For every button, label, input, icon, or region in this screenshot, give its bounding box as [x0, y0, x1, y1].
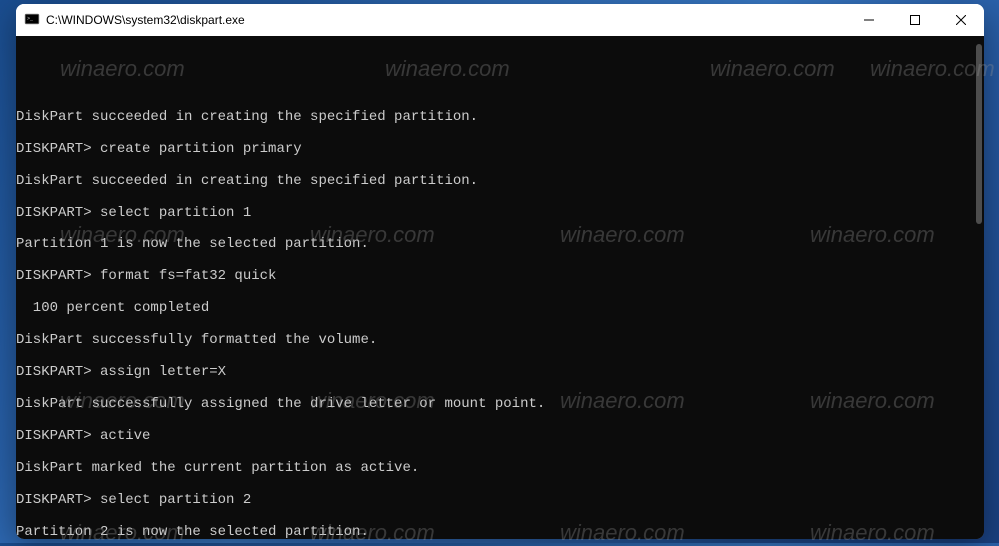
- terminal-line: DISKPART> format fs=fat32 quick: [16, 261, 984, 293]
- terminal-line: DiskPart successfully formatted the volu…: [16, 325, 984, 357]
- app-icon: >_: [24, 12, 40, 28]
- minimize-button[interactable]: [846, 4, 892, 36]
- svg-text:>_: >_: [27, 16, 34, 22]
- terminal-line: DiskPart marked the current partition as…: [16, 453, 984, 485]
- window-controls: [846, 4, 984, 36]
- terminal-line: DiskPart succeeded in creating the speci…: [16, 102, 984, 134]
- terminal-line: Partition 2 is now the selected partitio…: [16, 517, 984, 539]
- terminal-line: DISKPART> assign letter=X: [16, 357, 984, 389]
- maximize-button[interactable]: [892, 4, 938, 36]
- titlebar[interactable]: >_ C:\WINDOWS\system32\diskpart.exe: [16, 4, 984, 36]
- window-title: C:\WINDOWS\system32\diskpart.exe: [46, 13, 846, 27]
- diskpart-window: >_ C:\WINDOWS\system32\diskpart.exe Disk…: [16, 4, 984, 539]
- terminal-line: DISKPART> active: [16, 421, 984, 453]
- terminal-line: DiskPart succeeded in creating the speci…: [16, 166, 984, 198]
- terminal-line: DiskPart successfully assigned the drive…: [16, 389, 984, 421]
- terminal-output: DiskPart succeeded in creating the speci…: [16, 102, 984, 539]
- terminal-line: DISKPART> select partition 1: [16, 198, 984, 230]
- terminal-line: DISKPART> create partition primary: [16, 134, 984, 166]
- terminal-line: DISKPART> select partition 2: [16, 485, 984, 517]
- terminal-line: 100 percent completed: [16, 293, 984, 325]
- close-button[interactable]: [938, 4, 984, 36]
- terminal-area[interactable]: DiskPart succeeded in creating the speci…: [16, 36, 984, 539]
- terminal-line: Partition 1 is now the selected partitio…: [16, 229, 984, 261]
